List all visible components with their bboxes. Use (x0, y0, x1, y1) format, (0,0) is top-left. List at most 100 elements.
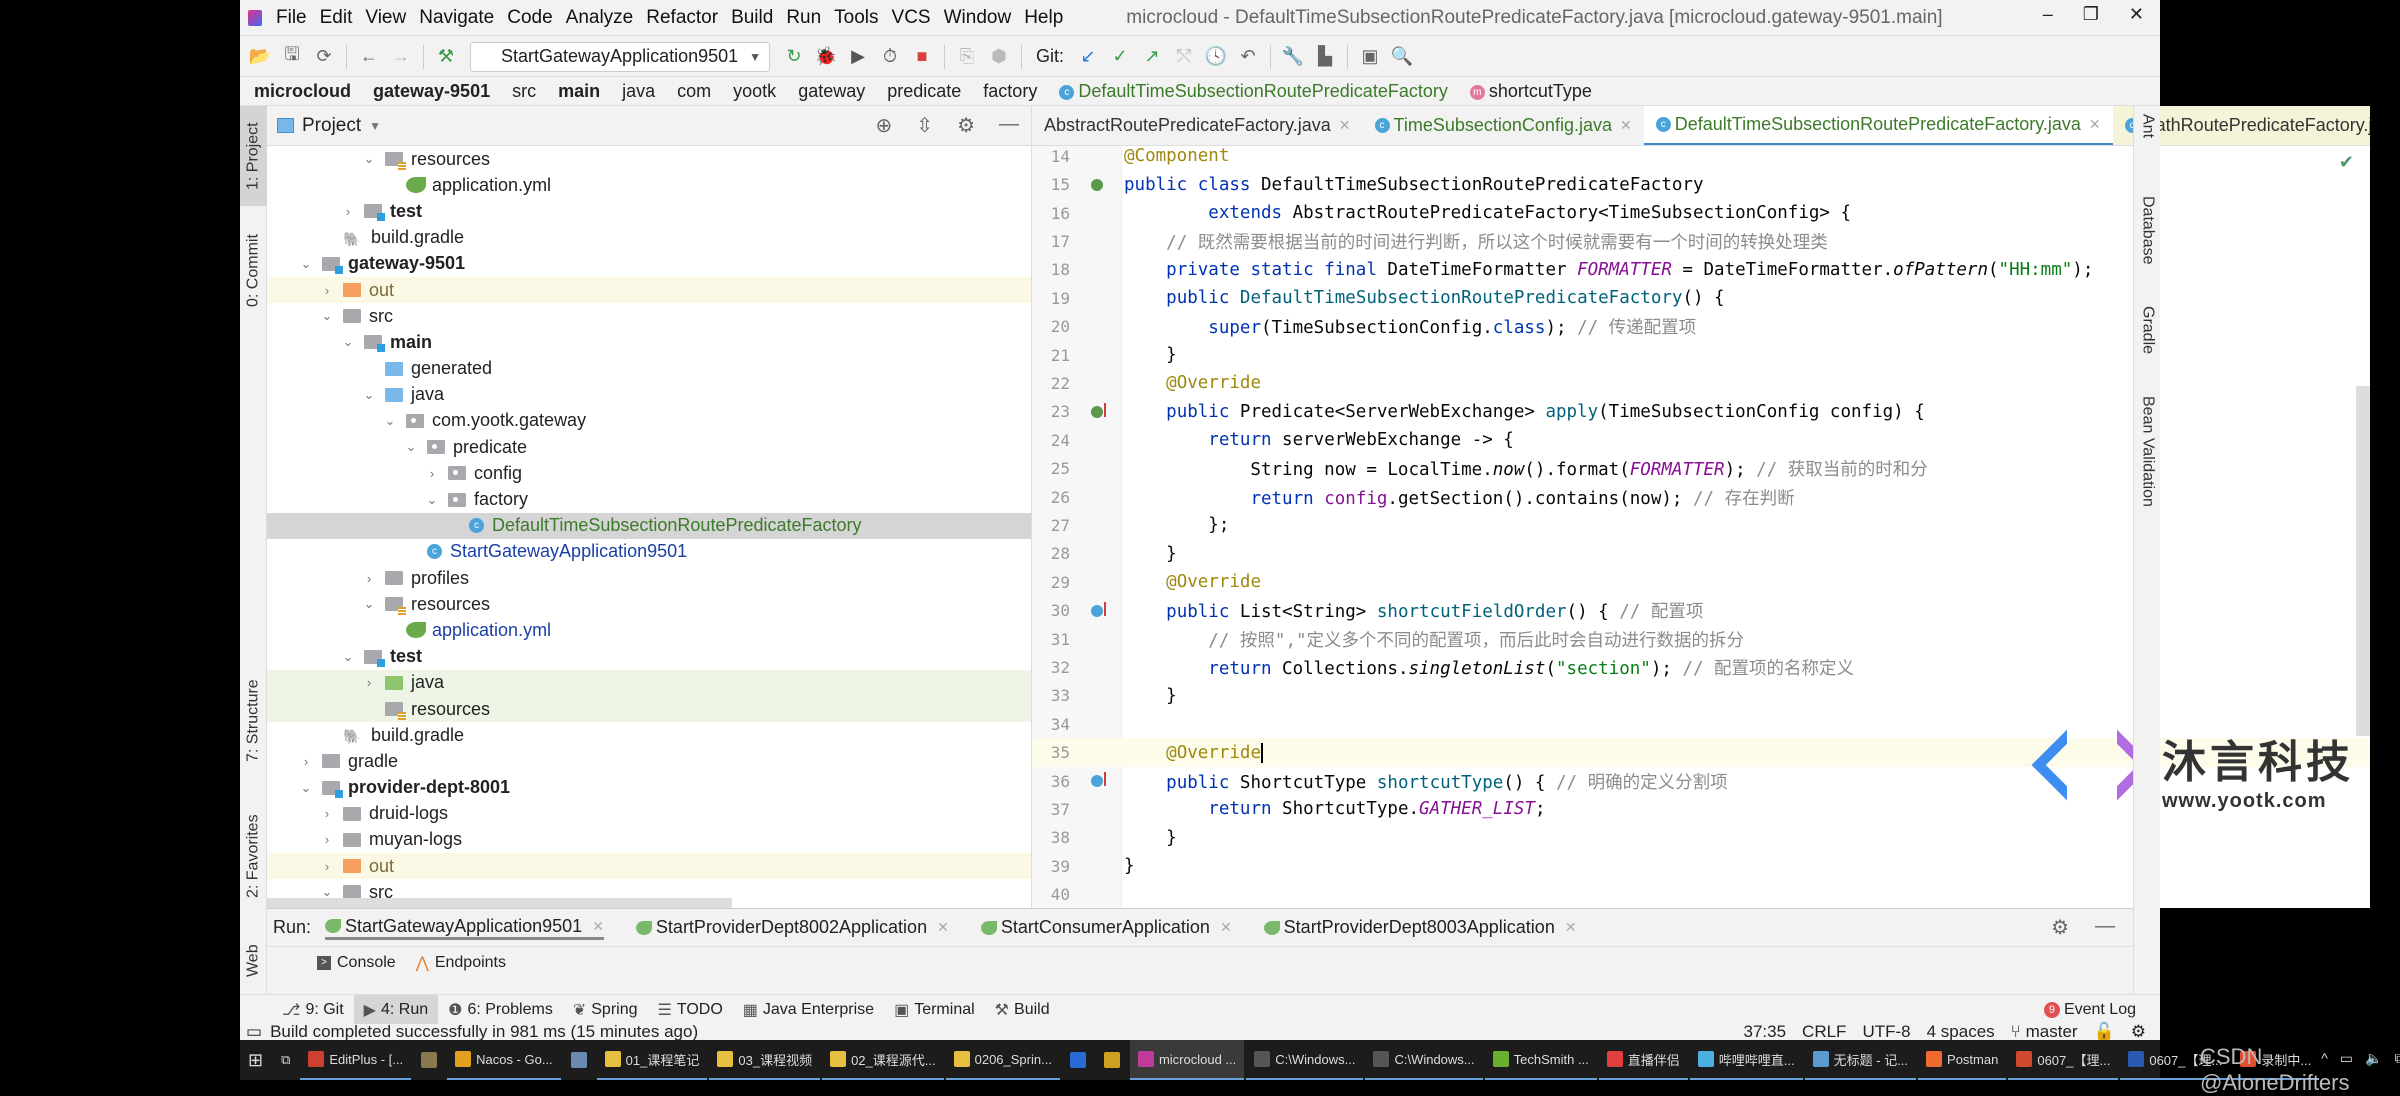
breadcrumb-item[interactable]: m shortcutType (1469, 81, 1592, 102)
caret-position[interactable]: 37:35 (1744, 1022, 1787, 1042)
breadcrumb-item[interactable]: predicate (887, 81, 961, 102)
code-line[interactable]: 31 // 按照","定义多个不同的配置项，而后此时会自动进行数据的拆分 (1032, 625, 2370, 654)
task-view-button[interactable]: ⧉ (273, 1040, 298, 1080)
tree-item[interactable]: › gradle (267, 748, 1031, 774)
run-tab[interactable]: StartGatewayApplication9501 ✕ (325, 916, 604, 940)
chevron-right-icon[interactable]: › (340, 204, 356, 219)
tree-item[interactable]: ⌄ test (267, 644, 1031, 670)
tree-item[interactable]: application.yml (267, 617, 1031, 643)
menu-refactor[interactable]: Refactor (646, 7, 718, 29)
presentation-icon[interactable]: ▣ (1356, 43, 1384, 71)
tree-item[interactable]: ⌄ java (267, 382, 1031, 408)
code-line[interactable]: 23 public Predicate<ServerWebExchange> a… (1032, 398, 2370, 427)
tool-window-javaenterprise[interactable]: ▦ Java Enterprise (733, 995, 884, 1025)
gutter-marker[interactable] (1072, 178, 1122, 191)
tool-window-run[interactable]: ▶ 4: Run (353, 994, 439, 1025)
settings-wrench-icon[interactable]: 🔧 (1279, 43, 1307, 71)
stop-icon[interactable]: ■ (908, 43, 936, 71)
git-merge-icon[interactable]: ⤲ (1170, 43, 1198, 71)
tree-item[interactable]: › muyan-logs (267, 827, 1031, 853)
taskbar-item[interactable]: 直播伴侣 (1598, 1040, 1688, 1080)
breadcrumb-item[interactable]: yootk (733, 81, 776, 102)
menu-run[interactable]: Run (786, 7, 821, 29)
tool-window-todo[interactable]: ☰ TODO (648, 995, 733, 1025)
locate-icon[interactable]: ⊕ (876, 113, 893, 138)
horizontal-scrollbar[interactable] (267, 898, 732, 908)
code-line[interactable]: 39} (1032, 852, 2370, 881)
code-line[interactable]: 21 } (1032, 341, 2370, 370)
tree-item[interactable]: 🐘 build.gradle (267, 225, 1031, 251)
taskbar-item[interactable]: C:\Windows... (1246, 1040, 1364, 1080)
tree-item[interactable]: c DefaultTimeSubsectionRoutePredicateFact… (267, 512, 1031, 539)
close-button[interactable]: ✕ (2129, 4, 2144, 25)
code-line[interactable]: 28 } (1032, 540, 2370, 569)
taskbar-item[interactable]: 02_课程源代... (822, 1040, 944, 1080)
breadcrumb-item[interactable]: java (622, 81, 655, 102)
code-line[interactable]: 33 } (1032, 682, 2370, 711)
sync-icon[interactable]: ⟳ (310, 43, 338, 71)
breadcrumb-item[interactable]: gateway (798, 81, 865, 102)
taskbar-item[interactable]: 无标题 - 记... (1804, 1040, 1917, 1080)
code-line[interactable]: 26 return config.getSection().contains(n… (1032, 483, 2370, 512)
code-line[interactable]: 32 return Collections.singletonList("sec… (1032, 653, 2370, 682)
tree-item[interactable]: › druid-logs (267, 801, 1031, 827)
status-toggle-icon[interactable]: ▭ (246, 1022, 262, 1042)
spring-bean-gutter-icon[interactable] (1091, 178, 1103, 191)
tree-item[interactable]: ⌄ src (267, 303, 1031, 329)
tree-item[interactable]: resources (267, 695, 1031, 723)
tree-item[interactable]: ⌄ provider-dept-8001 (267, 775, 1031, 801)
tree-item[interactable]: › java (267, 669, 1031, 696)
taskbar-item[interactable] (413, 1040, 445, 1080)
taskbar-item[interactable]: TechSmith ... (1484, 1040, 1597, 1080)
tree-item[interactable]: ⌄ predicate (267, 434, 1031, 460)
minimize-button[interactable]: – (2043, 4, 2053, 25)
hide-icon[interactable]: — (999, 113, 1019, 138)
tool-window-build[interactable]: ⚒ Build (985, 995, 1060, 1025)
chevron-down-icon[interactable]: ⌄ (424, 492, 440, 508)
tab-database[interactable]: Database (2134, 196, 2161, 296)
tool-window-terminal[interactable]: ▣ Terminal (884, 995, 985, 1025)
menu-view[interactable]: View (365, 7, 406, 29)
tree-item[interactable]: c StartGatewayApplication9501 (267, 539, 1031, 565)
close-tab-icon[interactable]: ✕ (1565, 919, 1577, 936)
taskbar-item[interactable] (563, 1040, 595, 1080)
breadcrumb-item[interactable]: com (677, 81, 711, 102)
code-line[interactable]: 30 public List<String> shortcutFieldOrde… (1032, 596, 2370, 625)
menu-analyze[interactable]: Analyze (566, 7, 634, 29)
chevron-down-icon[interactable]: ⌄ (340, 649, 356, 665)
code-line[interactable]: 38 } (1032, 824, 2370, 853)
tree-item[interactable]: ⌄ gateway-9501 (267, 251, 1031, 277)
menu-navigate[interactable]: Navigate (419, 7, 494, 29)
tab-bean-validation[interactable]: Bean Validation (2134, 396, 2161, 536)
taskbar-item[interactable]: 03_课程视频 (709, 1040, 821, 1080)
code-line[interactable]: 17 // 既然需要根据当前的时间进行判断，所以这个时候就需要有一个时间的转换处… (1032, 227, 2370, 256)
taskbar-item[interactable]: C:\Windows... (1365, 1040, 1483, 1080)
taskbar-item[interactable]: 01_课程笔记 (596, 1040, 708, 1080)
override-gutter-icon[interactable] (1091, 601, 1106, 617)
code-line[interactable]: 25 String now = LocalTime.now().format(F… (1032, 454, 2370, 483)
tree-item[interactable]: ⌄ resources (267, 591, 1031, 617)
menu-help[interactable]: Help (1024, 7, 1063, 29)
taskbar-item[interactable]: microcloud ... (1129, 1040, 1245, 1080)
tab-commit[interactable]: 0: Commit (240, 216, 267, 326)
tab-structure[interactable]: 7: Structure (240, 666, 267, 776)
editor-tab[interactable]: c DefaultTimeSubsectionRoutePredicateFact… (1643, 106, 2113, 145)
taskbar-item[interactable]: Nacos - Go... (447, 1040, 561, 1080)
run-config-select[interactable]: StartGatewayApplication9501 ▼ (470, 41, 770, 72)
tool-window-spring[interactable]: ❦ Spring (563, 995, 648, 1025)
override-gutter-icon[interactable] (1091, 402, 1106, 418)
taskbar-item[interactable] (1096, 1040, 1128, 1080)
chevron-right-icon[interactable]: › (361, 571, 377, 586)
tab-project[interactable]: 1: Project (240, 106, 267, 206)
inspection-ok-icon[interactable]: ✔ (2339, 152, 2354, 173)
tree-item[interactable]: ⌄ com.yootk.gateway (267, 408, 1031, 434)
menu-edit[interactable]: Edit (320, 7, 353, 29)
breadcrumb-item[interactable]: factory (983, 81, 1037, 102)
code-line[interactable]: 20 super(TimeSubsectionConfig.class); //… (1032, 312, 2370, 341)
chevron-right-icon[interactable]: › (319, 806, 335, 821)
gutter-marker[interactable] (1072, 601, 1122, 617)
code-line[interactable]: 22 @Override (1032, 369, 2370, 398)
chevron-down-icon[interactable]: ⌄ (340, 334, 356, 350)
override-gutter-icon[interactable] (1091, 772, 1106, 788)
vertical-scrollbar[interactable] (2356, 386, 2370, 736)
